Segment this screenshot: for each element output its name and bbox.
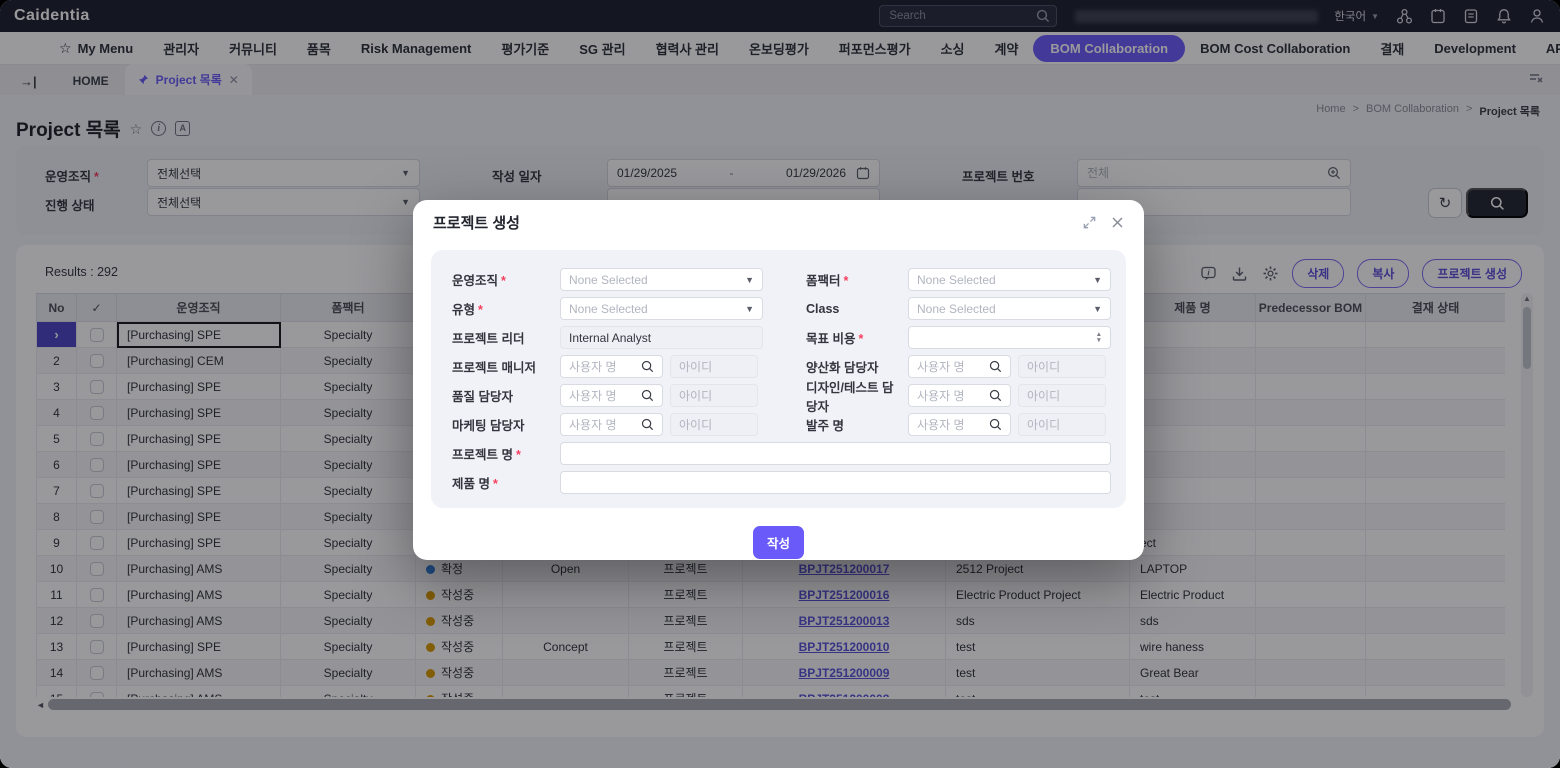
user-search-pair: 사용자 명 아이디	[560, 355, 763, 378]
user-name-field[interactable]: 사용자 명	[560, 355, 663, 378]
search-icon[interactable]	[989, 360, 1002, 373]
text-field[interactable]	[560, 442, 1111, 465]
user-id-field[interactable]: 아이디	[670, 355, 758, 378]
user-search-pair: 사용자 명 아이디	[560, 413, 763, 436]
user-search-pair: 사용자 명 아이디	[908, 413, 1111, 436]
search-icon[interactable]	[989, 389, 1002, 402]
field-label: 폼팩터*	[763, 270, 908, 289]
expand-icon[interactable]	[1082, 215, 1097, 230]
close-icon[interactable]	[1111, 216, 1124, 229]
app-window: Caidentia 한국어 ▼	[0, 0, 1560, 768]
search-icon[interactable]	[989, 418, 1002, 431]
number-field[interactable]: ▲▼	[908, 326, 1111, 349]
user-id-field[interactable]: 아이디	[1018, 355, 1106, 378]
modal-header: 프로젝트 생성	[413, 200, 1144, 244]
chevron-down-icon: ▼	[1093, 275, 1102, 285]
field-label: 마케팅 담당자	[452, 415, 560, 434]
field-label: 디자인/테스트 담당자	[763, 377, 908, 415]
field-label: 발주 명	[763, 415, 908, 434]
modal-title: 프로젝트 생성	[433, 212, 520, 233]
user-id-field[interactable]: 아이디	[670, 384, 758, 407]
readonly-field: Internal Analyst	[560, 326, 763, 349]
user-search-pair: 사용자 명 아이디	[908, 355, 1111, 378]
user-name-field[interactable]: 사용자 명	[908, 355, 1011, 378]
chevron-down-icon: ▼	[1093, 304, 1102, 314]
chevron-down-icon: ▼	[745, 304, 754, 314]
modal-footer: 작성	[413, 508, 1144, 559]
field-label: 제품 명*	[452, 473, 560, 492]
select-field[interactable]: None Selected▼	[908, 268, 1111, 291]
modal-fullwidth-rows: 프로젝트 명* 제품 명*	[452, 439, 1111, 497]
user-name-field[interactable]: 사용자 명	[560, 384, 663, 407]
field-label: 프로젝트 명*	[452, 444, 560, 463]
search-icon[interactable]	[641, 389, 654, 402]
user-search-pair: 사용자 명 아이디	[560, 384, 763, 407]
field-label: 품질 담당자	[452, 386, 560, 405]
select-field[interactable]: None Selected▼	[908, 297, 1111, 320]
search-icon[interactable]	[641, 360, 654, 373]
create-project-modal: 프로젝트 생성 운영조직*None Selected▼폼팩터*None Sele…	[413, 200, 1144, 560]
field-label: 프로젝트 리더	[452, 328, 560, 347]
field-label: 유형*	[452, 299, 560, 318]
user-name-field[interactable]: 사용자 명	[908, 384, 1011, 407]
select-field[interactable]: None Selected▼	[560, 268, 763, 291]
search-icon[interactable]	[641, 418, 654, 431]
user-id-field[interactable]: 아이디	[1018, 384, 1106, 407]
chevron-down-icon: ▼	[745, 275, 754, 285]
user-id-field[interactable]: 아이디	[670, 413, 758, 436]
field-label: 프로젝트 매니저	[452, 357, 560, 376]
user-name-field[interactable]: 사용자 명	[560, 413, 663, 436]
text-field[interactable]	[560, 471, 1111, 494]
field-label: 운영조직*	[452, 270, 560, 289]
field-label: Class	[763, 302, 908, 316]
field-label: 양산화 담당자	[763, 357, 908, 376]
modal-form-grid: 운영조직*None Selected▼폼팩터*None Selected▼유형*…	[452, 265, 1111, 439]
field-label: 목표 비용*	[763, 328, 908, 347]
user-search-pair: 사용자 명 아이디	[908, 384, 1111, 407]
select-field[interactable]: None Selected▼	[560, 297, 763, 320]
user-name-field[interactable]: 사용자 명	[908, 413, 1011, 436]
modal-form-panel: 운영조직*None Selected▼폼팩터*None Selected▼유형*…	[431, 250, 1126, 508]
user-id-field[interactable]: 아이디	[1018, 413, 1106, 436]
submit-button[interactable]: 작성	[753, 526, 804, 559]
spinner-arrows-icon[interactable]: ▲▼	[1096, 332, 1102, 344]
